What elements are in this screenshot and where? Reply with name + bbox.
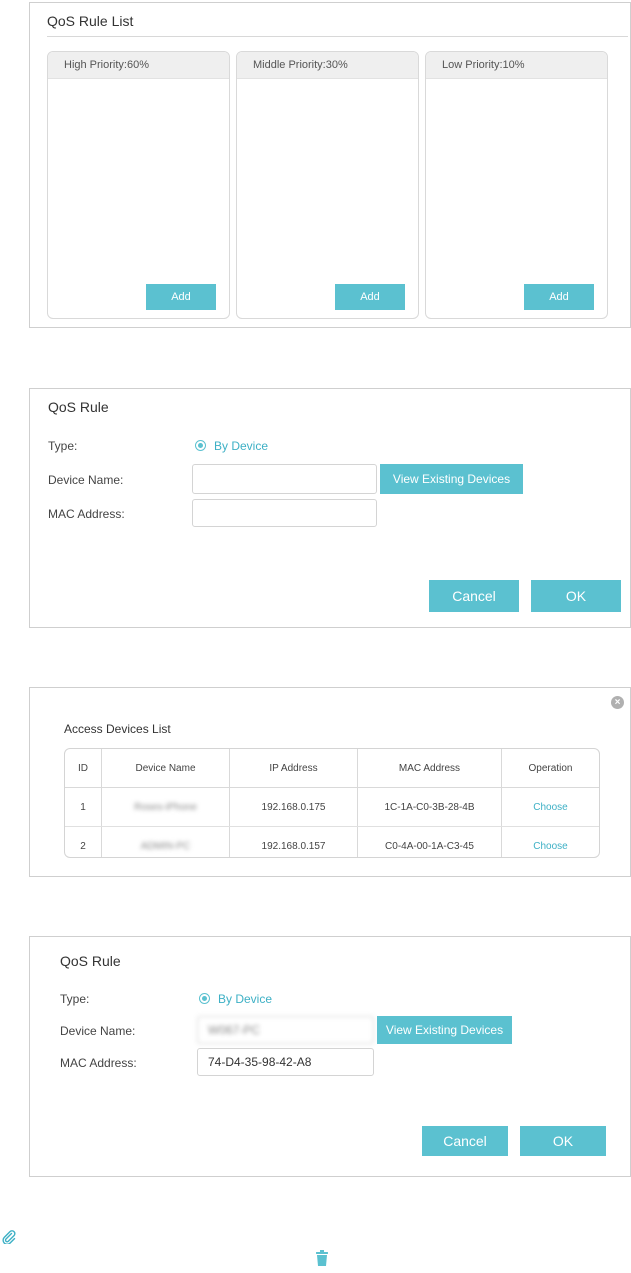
col-header-id: ID [65, 749, 102, 788]
mac-address-label: MAC Address: [48, 507, 125, 521]
col-header-mac: MAC Address [357, 749, 502, 788]
add-middle-priority-button[interactable]: Add [335, 284, 405, 310]
row-id: 2 [65, 826, 102, 857]
row-mac: C0-4A-00-1A-C3-45 [357, 826, 502, 857]
row-device-name: Roses-iPhone [101, 787, 230, 827]
ok-button[interactable]: OK [531, 580, 621, 612]
device-name-input[interactable] [192, 464, 377, 494]
choose-link[interactable]: Choose [502, 827, 600, 858]
high-priority-column: High Priority:60% Add [47, 51, 230, 319]
row-ip: 192.168.0.157 [229, 826, 358, 857]
by-device-label: By Device [214, 439, 269, 453]
col-header-device-name: Device Name [101, 749, 230, 788]
ok-button[interactable]: OK [520, 1126, 606, 1156]
middle-priority-header: Middle Priority:30% [237, 52, 418, 79]
add-low-priority-button[interactable]: Add [524, 284, 594, 310]
type-label: Type: [48, 439, 78, 453]
by-device-label: By Device [218, 992, 273, 1006]
title-divider [47, 36, 628, 37]
row-device-name: ADMIN-PC [101, 826, 230, 857]
low-priority-column: Low Priority:10% Add [425, 51, 608, 319]
high-priority-header: High Priority:60% [48, 52, 229, 79]
by-device-radio[interactable] [199, 993, 210, 1004]
view-existing-devices-button[interactable]: View Existing Devices [377, 1016, 512, 1044]
device-name-label: Device Name: [60, 1024, 136, 1038]
trash-icon[interactable] [316, 1250, 328, 1266]
devices-list-title: Access Devices List [64, 722, 171, 736]
row-id: 1 [65, 787, 102, 827]
by-device-radio[interactable] [195, 440, 206, 451]
view-existing-devices-button[interactable]: View Existing Devices [380, 464, 523, 494]
device-name-input[interactable]: W067-PC [197, 1016, 374, 1044]
col-header-ip: IP Address [229, 749, 358, 788]
row-mac: 1C-1A-C0-3B-28-4B [357, 787, 502, 827]
cancel-button[interactable]: Cancel [422, 1126, 508, 1156]
table-row: 1 Roses-iPhone 192.168.0.175 1C-1A-C0-3B… [65, 787, 599, 827]
qos-rule-form-filled: QoS Rule Type: By Device Device Name: W0… [29, 936, 631, 1177]
mac-address-label: MAC Address: [60, 1056, 137, 1070]
devices-table: ID Device Name IP Address MAC Address Op… [64, 748, 600, 858]
mac-address-input[interactable]: 74-D4-35-98-42-A8 [197, 1048, 374, 1076]
qos-rule-title: QoS Rule [48, 399, 109, 415]
col-header-operation: Operation [501, 749, 599, 788]
row-ip: 192.168.0.175 [229, 787, 358, 827]
middle-priority-column: Middle Priority:30% Add [236, 51, 419, 319]
qos-rule-list-panel: QoS Rule List High Priority:60% Add Midd… [29, 2, 631, 328]
table-row: 2 ADMIN-PC 192.168.0.157 C0-4A-00-1A-C3-… [65, 826, 600, 858]
low-priority-header: Low Priority:10% [426, 52, 607, 79]
qos-rule-form-empty: QoS Rule Type: By Device Device Name: Vi… [29, 388, 631, 628]
device-name-label: Device Name: [48, 473, 124, 487]
add-high-priority-button[interactable]: Add [146, 284, 216, 310]
mac-address-input[interactable] [192, 499, 377, 527]
paperclip-icon [2, 1230, 16, 1244]
access-devices-list-panel: × Access Devices List ID Device Name IP … [29, 687, 631, 877]
qos-rule-title: QoS Rule [60, 953, 121, 969]
cancel-button[interactable]: Cancel [429, 580, 519, 612]
choose-link[interactable]: Choose [501, 787, 599, 827]
type-label: Type: [60, 992, 90, 1006]
close-icon[interactable]: × [611, 696, 624, 709]
qos-rule-list-title: QoS Rule List [47, 13, 134, 29]
